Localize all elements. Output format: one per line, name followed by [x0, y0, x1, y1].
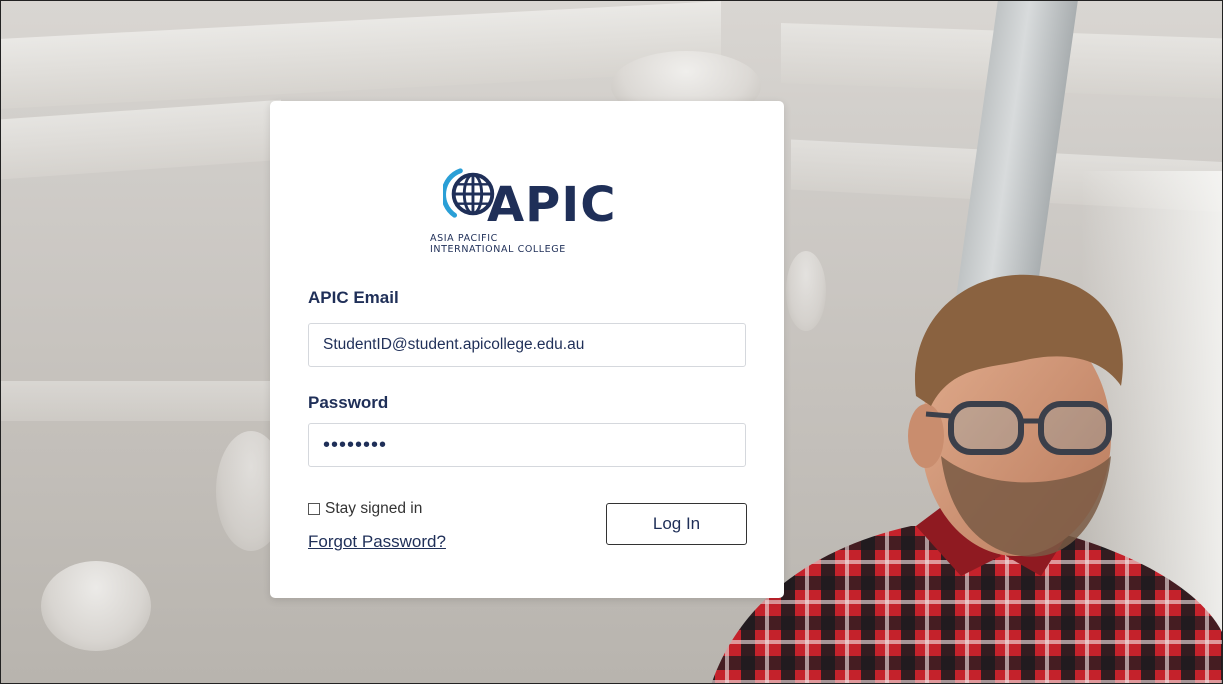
forgot-password-link[interactable]: Forgot Password?	[308, 532, 446, 552]
brand-name: APIC	[487, 177, 617, 233]
stay-signed-in-checkbox[interactable]: Stay signed in	[308, 500, 422, 518]
apic-logo: APIC ASIA PACIFIC INTERNATIONAL COLLEGE	[430, 163, 623, 259]
email-field[interactable]	[308, 323, 746, 367]
login-card: APIC ASIA PACIFIC INTERNATIONAL COLLEGE …	[270, 101, 784, 598]
password-field[interactable]: ••••••••	[308, 423, 746, 467]
login-page: APIC ASIA PACIFIC INTERNATIONAL COLLEGE …	[0, 0, 1223, 684]
email-label: APIC Email	[308, 288, 399, 307]
stay-signed-in-label: Stay signed in	[325, 500, 423, 517]
brand-subtitle-line1: ASIA PACIFIC	[430, 233, 498, 244]
brand-subtitle: ASIA PACIFIC INTERNATIONAL COLLEGE	[430, 233, 566, 255]
brand-subtitle-line2: INTERNATIONAL COLLEGE	[430, 244, 566, 255]
login-button[interactable]: Log In	[606, 503, 747, 545]
password-value: ••••••••	[323, 433, 388, 456]
checkbox-box[interactable]	[308, 503, 320, 515]
password-label: Password	[308, 393, 389, 412]
